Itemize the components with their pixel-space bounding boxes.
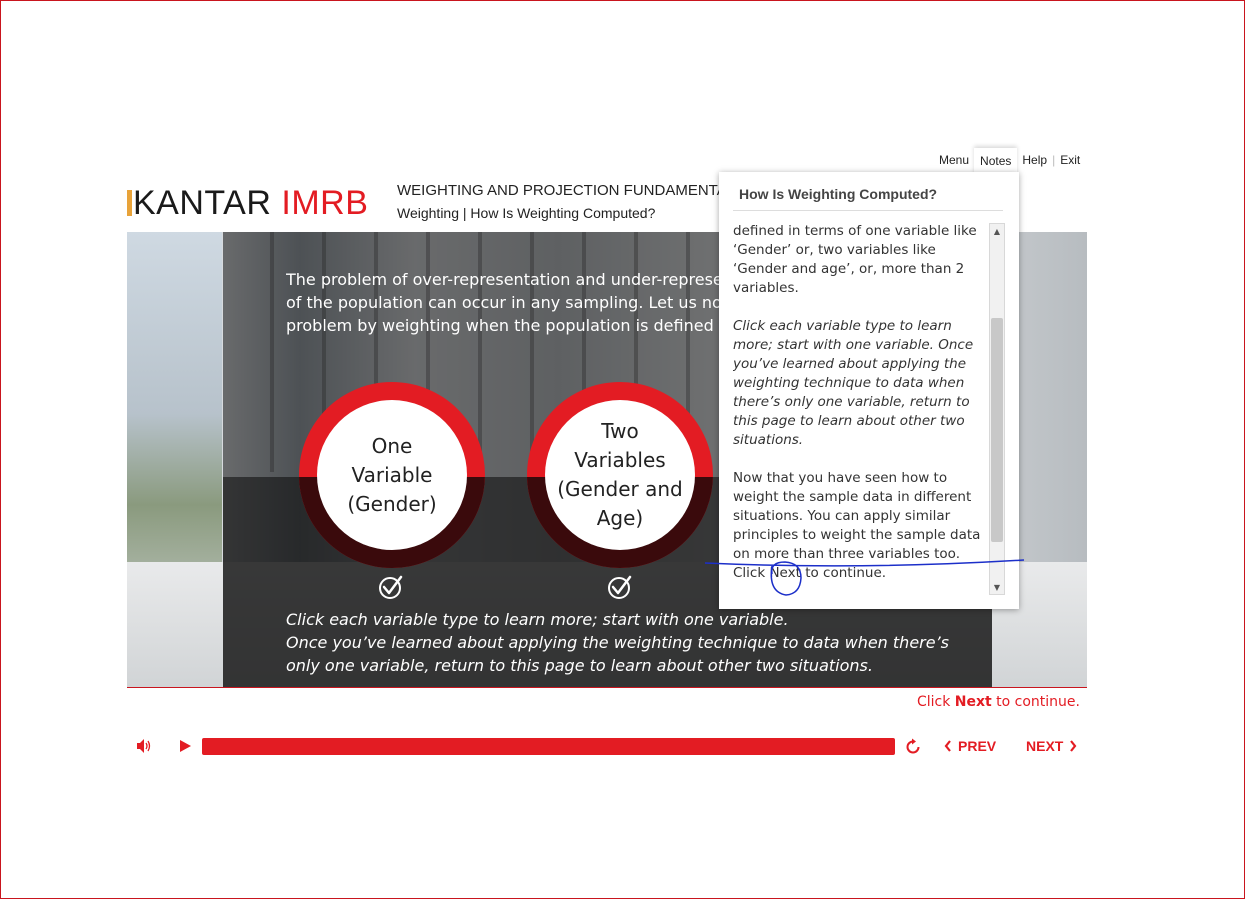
breadcrumb: Weighting | How Is Weighting Computed? xyxy=(397,205,656,221)
chevron-right-icon xyxy=(1070,740,1077,752)
notes-title: How Is Weighting Computed? xyxy=(739,186,938,202)
notes-divider xyxy=(733,210,1003,211)
notes-line: defined in terms of one variable like xyxy=(733,223,977,239)
notes-line: you’ve learned about applying the xyxy=(733,356,967,372)
intro-text: The problem of over-representation and u… xyxy=(286,268,736,337)
instruction-text: Click each variable type to learn more; … xyxy=(286,608,949,677)
notes-line: there’s only one variable, return to xyxy=(733,394,970,410)
instruction-line: Once you’ve learned about applying the w… xyxy=(286,633,950,652)
logo-bar xyxy=(127,190,132,216)
label-line: One xyxy=(371,433,413,458)
notes-line: Now that you have seen how to xyxy=(733,470,948,486)
intro-line: of the population can occur in any sampl… xyxy=(286,293,736,312)
two-variables-button[interactable]: Two Variables (Gender and Age) xyxy=(527,382,713,568)
notes-line: this page to learn about other two xyxy=(733,413,965,429)
instruction-line: Click each variable type to learn more; … xyxy=(286,610,789,629)
label-line: Age) xyxy=(596,506,644,530)
label-line: Variable xyxy=(351,462,433,487)
notes-paragraph: Now that you have seen how to weight the… xyxy=(733,469,983,583)
continue-next-word: Next xyxy=(954,694,992,710)
next-button[interactable]: NEXT xyxy=(1026,738,1077,754)
volume-icon[interactable] xyxy=(136,738,152,754)
notes-line: weighting technique to data when xyxy=(733,375,965,391)
intro-line: The problem of over-representation and u… xyxy=(286,270,736,289)
label-line: (Gender and xyxy=(557,477,683,501)
chevron-left-icon xyxy=(944,740,951,752)
notes-line: Click each variable type to learn xyxy=(733,318,952,334)
notes-line: on more than three variables too. xyxy=(733,546,960,562)
replay-icon[interactable] xyxy=(904,738,922,756)
notes-line: variables. xyxy=(733,280,799,296)
scrollbar-thumb[interactable] xyxy=(991,318,1003,542)
progress-bar[interactable] xyxy=(202,738,895,755)
scroll-up-arrow-icon[interactable]: ▲ xyxy=(990,224,1004,238)
label-line: Two xyxy=(601,419,639,443)
exit-link[interactable]: Exit xyxy=(1055,153,1085,167)
completed-check-icon xyxy=(608,575,632,599)
top-nav: Menu Notes Help | Exit xyxy=(934,148,1085,176)
completed-check-icon xyxy=(379,575,403,599)
notes-line: situations. You can apply similar xyxy=(733,508,951,524)
next-label: NEXT xyxy=(1026,738,1064,754)
instruction-line: only one variable, return to this page t… xyxy=(286,656,873,675)
logo-text-imrb: IMRB xyxy=(281,183,369,222)
continue-suffix: to continue. xyxy=(996,694,1080,710)
notes-paragraph: Click each variable type to learn more; … xyxy=(733,317,983,450)
one-variable-label: One Variable (Gender) xyxy=(317,400,467,550)
label-line: Variables xyxy=(574,448,666,472)
intro-line: problem by weighting when the population… xyxy=(286,316,736,335)
scroll-down-arrow-icon[interactable]: ▼ xyxy=(990,580,1004,594)
label-line: (Gender) xyxy=(347,491,437,516)
notes-paragraph: defined in terms of one variable like ‘G… xyxy=(733,222,983,298)
menu-link[interactable]: Menu xyxy=(934,153,974,167)
notes-line: more; start with one variable. Once xyxy=(733,337,974,353)
notes-scrollbar[interactable]: ▲ ▼ xyxy=(989,223,1005,595)
notes-line: situations. xyxy=(733,432,804,448)
notes-line: principles to weight the sample data xyxy=(733,527,981,543)
logo-text-kantar: KANTAR xyxy=(133,183,272,222)
two-variables-label: Two Variables (Gender and Age) xyxy=(545,400,695,550)
help-link[interactable]: Help xyxy=(1017,153,1052,167)
course-title: WEIGHTING AND PROJECTION FUNDAMENTALS xyxy=(397,182,722,199)
kantar-imrb-logo: KANTAR IMRB xyxy=(127,183,368,223)
prev-label: PREV xyxy=(958,738,997,754)
notes-line: ‘Gender’ or, two variables like xyxy=(733,242,936,258)
notes-body[interactable]: defined in terms of one variable like ‘G… xyxy=(733,222,983,602)
play-icon[interactable] xyxy=(178,739,192,753)
notes-panel: How Is Weighting Computed? defined in te… xyxy=(719,172,1019,609)
one-variable-button[interactable]: One Variable (Gender) xyxy=(299,382,485,568)
prev-button[interactable]: PREV xyxy=(944,738,996,754)
notes-line: weight the sample data in different xyxy=(733,489,972,505)
continue-prefix: Click xyxy=(916,694,951,710)
notes-line: ‘Gender and age’, or, more than 2 xyxy=(733,261,965,277)
continue-prompt: Click Next to continue. xyxy=(917,694,1080,710)
notes-line: Click Next to continue. xyxy=(733,565,887,581)
